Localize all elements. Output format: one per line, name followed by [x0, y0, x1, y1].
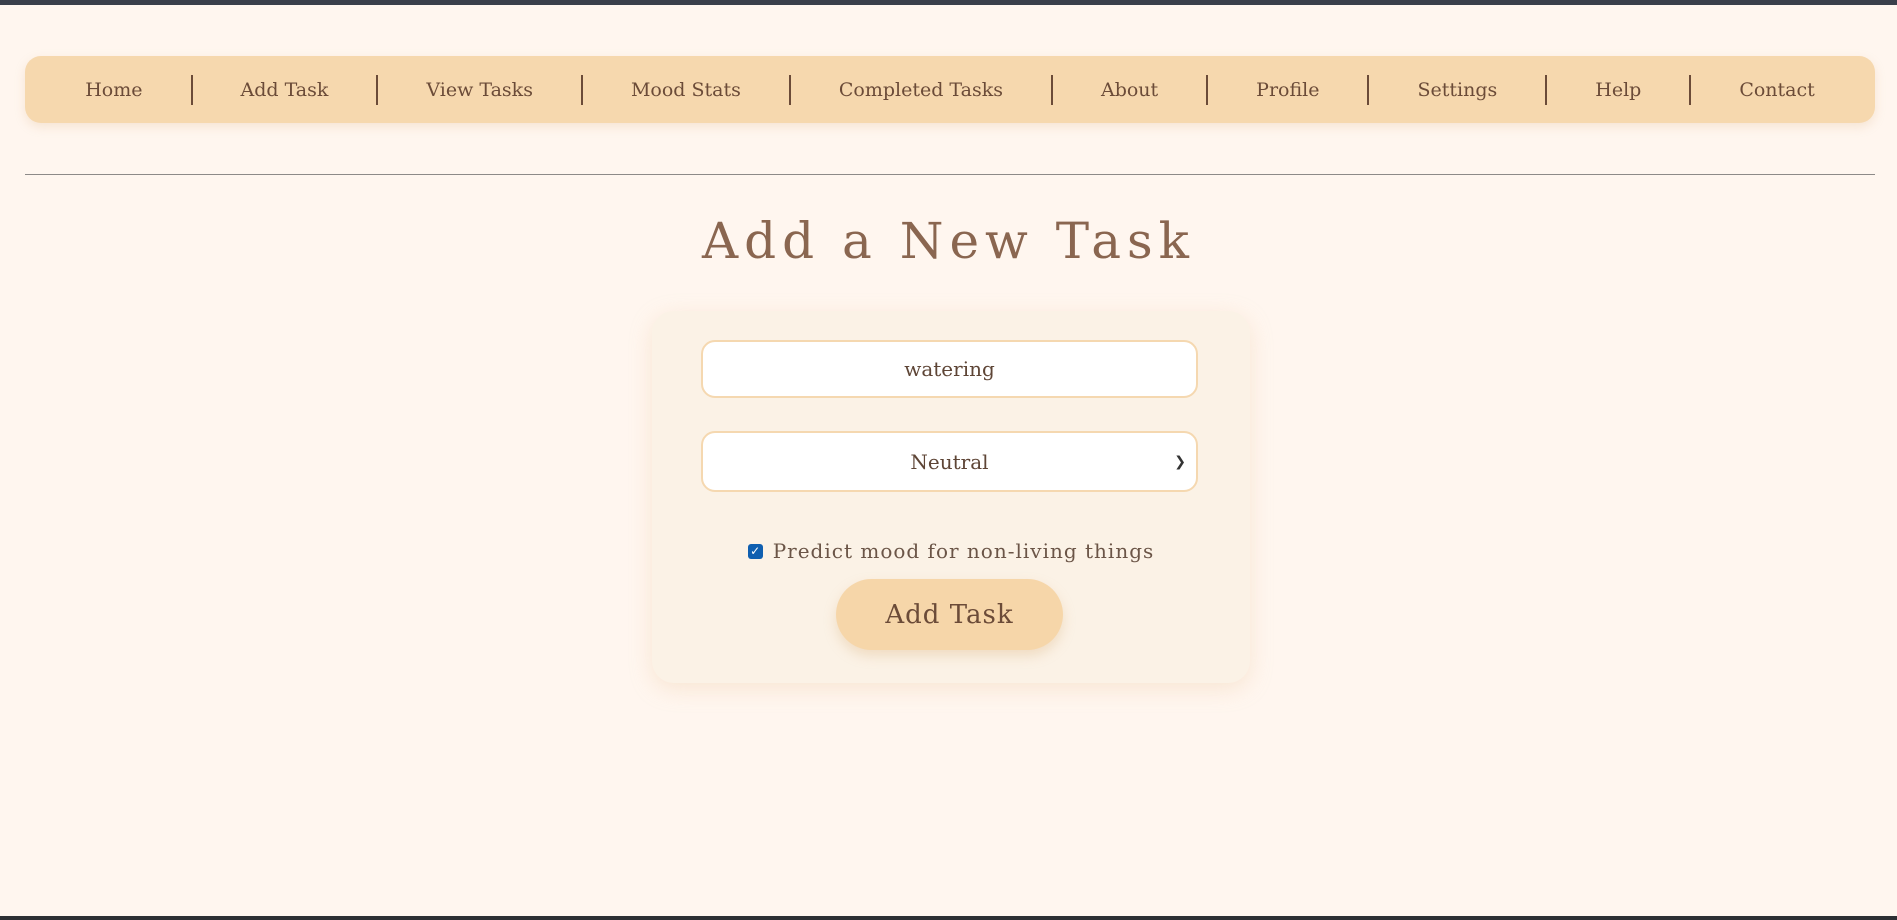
top-window-strip — [0, 0, 1897, 5]
mood-select[interactable]: Neutral ❯ — [701, 431, 1198, 492]
nav-item-settings[interactable]: Settings — [1369, 79, 1545, 101]
chevron-down-icon: ❯ — [1174, 453, 1186, 470]
main-nav: Home Add Task View Tasks Mood Stats Comp… — [25, 56, 1875, 123]
horizontal-divider — [25, 174, 1875, 175]
nav-item-completed-tasks[interactable]: Completed Tasks — [791, 79, 1051, 101]
bottom-window-strip — [0, 916, 1897, 920]
nav-item-about[interactable]: About — [1053, 79, 1206, 101]
predict-mood-row: ✓ Predict mood for non-living things — [652, 539, 1250, 563]
nav-item-help[interactable]: Help — [1547, 79, 1689, 101]
predict-mood-checkbox[interactable]: ✓ — [747, 543, 763, 559]
nav-item-view-tasks[interactable]: View Tasks — [378, 79, 581, 101]
nav-item-mood-stats[interactable]: Mood Stats — [583, 79, 789, 101]
nav-item-profile[interactable]: Profile — [1208, 79, 1367, 101]
task-input[interactable] — [701, 340, 1198, 398]
page-title: Add a New Task — [702, 212, 1195, 270]
checkmark-icon: ✓ — [750, 544, 761, 558]
nav-item-home[interactable]: Home — [37, 79, 190, 101]
mood-select-value: Neutral — [910, 449, 989, 474]
add-task-card: Neutral ❯ ✓ Predict mood for non-living … — [652, 311, 1250, 683]
add-task-button[interactable]: Add Task — [836, 579, 1063, 650]
nav-item-contact[interactable]: Contact — [1691, 79, 1862, 101]
nav-item-add-task[interactable]: Add Task — [193, 79, 377, 101]
predict-mood-label: Predict mood for non-living things — [772, 539, 1155, 563]
